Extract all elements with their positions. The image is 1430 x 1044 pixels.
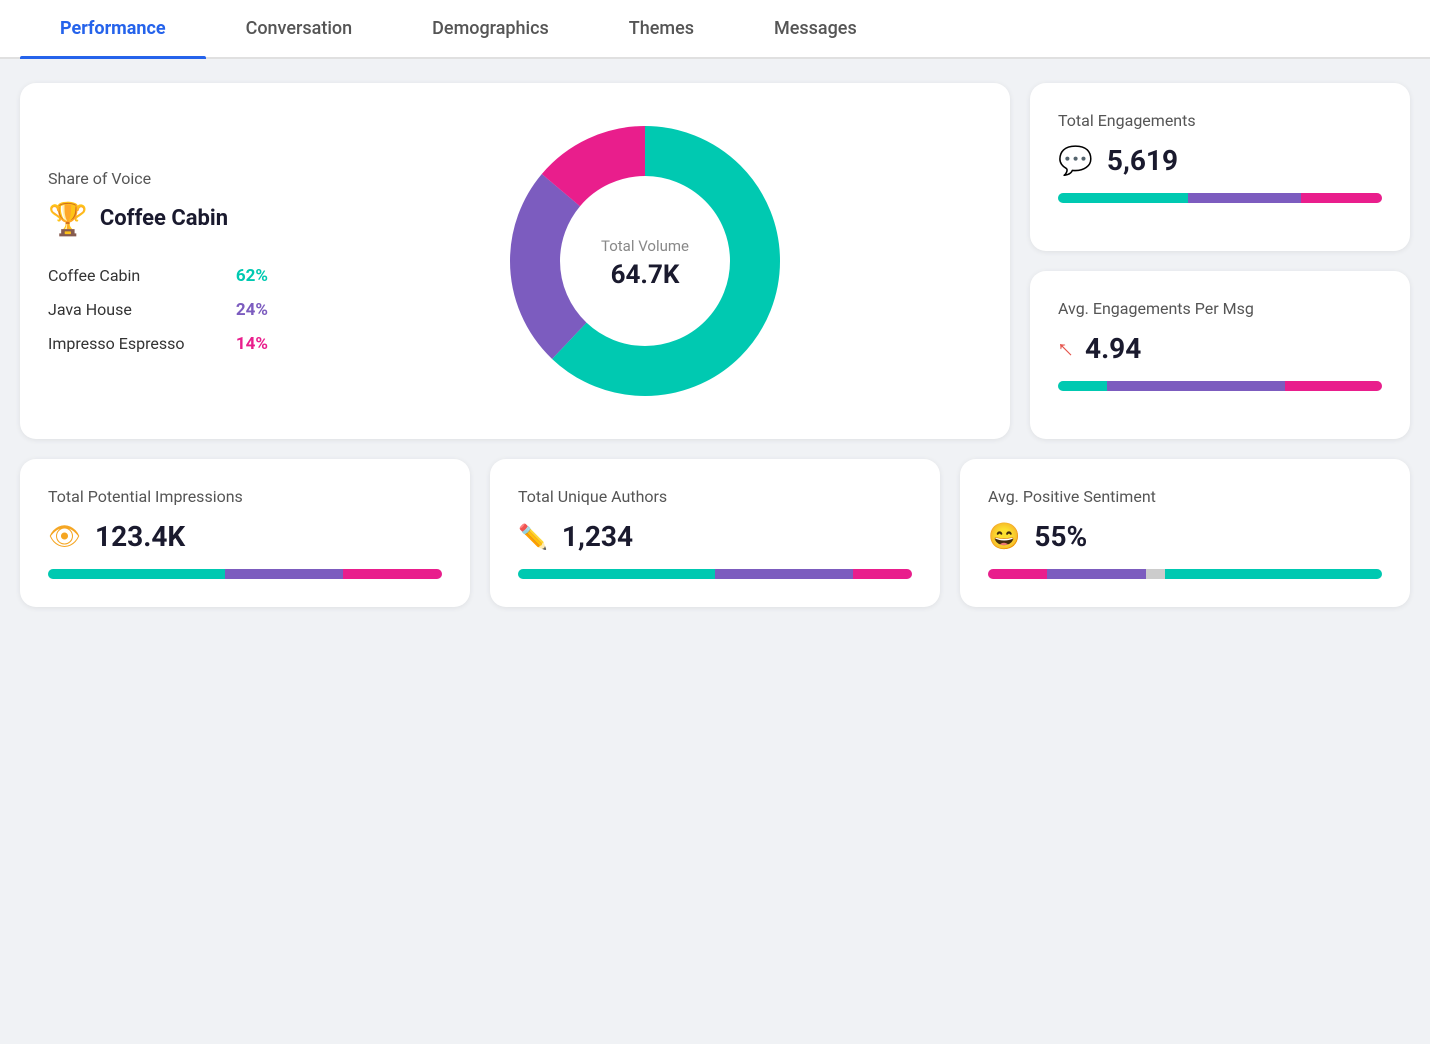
total-engagements-value-row: 💬 5,619 xyxy=(1058,144,1382,177)
right-column: Total Engagements 💬 5,619 Avg. Engagemen… xyxy=(1030,83,1410,439)
sov-left: Share of Voice 🏆 Coffee Cabin Coffee Cab… xyxy=(48,169,268,354)
legend-row-java-house: Java House 24% xyxy=(48,300,268,320)
tab-themes[interactable]: Themes xyxy=(589,0,734,57)
arrow-up-icon: ↑ xyxy=(1049,333,1080,364)
sentiment-value: 55% xyxy=(1034,520,1087,553)
pencil-icon: ✏️ xyxy=(518,523,548,551)
avg-engagements-label: Avg. Engagements Per Msg xyxy=(1058,299,1382,318)
legend-name-impresso: Impresso Espresso xyxy=(48,334,184,353)
total-engagements-card: Total Engagements 💬 5,619 xyxy=(1030,83,1410,251)
bar-segment-purple xyxy=(225,569,343,579)
impressions-value-row: 👁 123.4K xyxy=(48,520,442,553)
legend-row-coffee-cabin: Coffee Cabin 62% xyxy=(48,266,268,286)
sov-brand-name: Coffee Cabin xyxy=(100,206,228,231)
tab-conversation[interactable]: Conversation xyxy=(206,0,393,57)
legend-name-coffee-cabin: Coffee Cabin xyxy=(48,266,140,285)
tab-demographics[interactable]: Demographics xyxy=(392,0,589,57)
bar-segment-purple xyxy=(1047,569,1146,579)
avg-engagements-value: 4.94 xyxy=(1085,332,1141,365)
main-content: Share of Voice 🏆 Coffee Cabin Coffee Cab… xyxy=(0,59,1430,631)
total-engagements-bar xyxy=(1058,193,1382,203)
bar-segment-pink xyxy=(1285,381,1382,391)
bottom-row: Total Potential Impressions 👁 123.4K Tot… xyxy=(20,459,1410,607)
bar-segment-gray xyxy=(1146,569,1166,579)
donut-svg: Total Volume 64.7K xyxy=(495,111,795,411)
share-of-voice-card: Share of Voice 🏆 Coffee Cabin Coffee Cab… xyxy=(20,83,1010,439)
legend-name-java-house: Java House xyxy=(48,300,132,319)
impressions-label: Total Potential Impressions xyxy=(48,487,442,506)
chat-bubble-icon: 💬 xyxy=(1058,144,1093,177)
bar-segment-teal xyxy=(1058,381,1107,391)
sentiment-label: Avg. Positive Sentiment xyxy=(988,487,1382,506)
sov-brand: 🏆 Coffee Cabin xyxy=(48,200,268,238)
sov-label: Share of Voice xyxy=(48,169,268,188)
impressions-card: Total Potential Impressions 👁 123.4K xyxy=(20,459,470,607)
top-row: Share of Voice 🏆 Coffee Cabin Coffee Cab… xyxy=(20,83,1410,439)
legend-pct-impresso: 14% xyxy=(236,334,268,354)
bar-segment-purple xyxy=(1188,193,1301,203)
bar-segment-teal xyxy=(48,569,225,579)
avg-engagements-card: Avg. Engagements Per Msg ↑ 4.94 xyxy=(1030,271,1410,439)
impressions-bar xyxy=(48,569,442,579)
bar-segment-purple xyxy=(715,569,853,579)
donut-total-value: 64.7K xyxy=(611,260,680,290)
bar-segment-teal xyxy=(518,569,715,579)
legend-pct-java-house: 24% xyxy=(236,300,268,320)
sentiment-card: Avg. Positive Sentiment 😄 55% xyxy=(960,459,1410,607)
authors-value: 1,234 xyxy=(562,520,633,553)
bar-segment-pink xyxy=(853,569,912,579)
legend-row-impresso: Impresso Espresso 14% xyxy=(48,334,268,354)
avg-engagements-value-row: ↑ 4.94 xyxy=(1058,332,1382,365)
legend-pct-coffee-cabin: 62% xyxy=(236,266,268,286)
authors-card: Total Unique Authors ✏️ 1,234 xyxy=(490,459,940,607)
authors-value-row: ✏️ 1,234 xyxy=(518,520,912,553)
bar-segment-pink xyxy=(343,569,442,579)
sov-legend: Coffee Cabin 62% Java House 24% Impresso… xyxy=(48,266,268,354)
authors-label: Total Unique Authors xyxy=(518,487,912,506)
donut-chart: Total Volume 64.7K xyxy=(308,111,982,411)
smiley-icon: 😄 xyxy=(988,522,1020,552)
eye-icon: 👁 xyxy=(48,522,81,552)
bar-segment-pink xyxy=(1301,193,1382,203)
authors-bar xyxy=(518,569,912,579)
tab-messages[interactable]: Messages xyxy=(734,0,897,57)
bar-segment-teal xyxy=(1058,193,1188,203)
total-engagements-label: Total Engagements xyxy=(1058,111,1382,130)
nav-tabs: Performance Conversation Demographics Th… xyxy=(0,0,1430,59)
sentiment-value-row: 😄 55% xyxy=(988,520,1382,553)
total-engagements-value: 5,619 xyxy=(1107,144,1178,177)
bar-segment-pink xyxy=(988,569,1047,579)
donut-total-label: Total Volume xyxy=(601,237,689,255)
impressions-value: 123.4K xyxy=(95,520,185,553)
bar-segment-purple xyxy=(1107,381,1285,391)
trophy-icon: 🏆 xyxy=(48,200,88,238)
bar-segment-teal xyxy=(1165,569,1382,579)
tab-performance[interactable]: Performance xyxy=(20,0,206,57)
sentiment-bar xyxy=(988,569,1382,579)
avg-engagements-bar xyxy=(1058,381,1382,391)
